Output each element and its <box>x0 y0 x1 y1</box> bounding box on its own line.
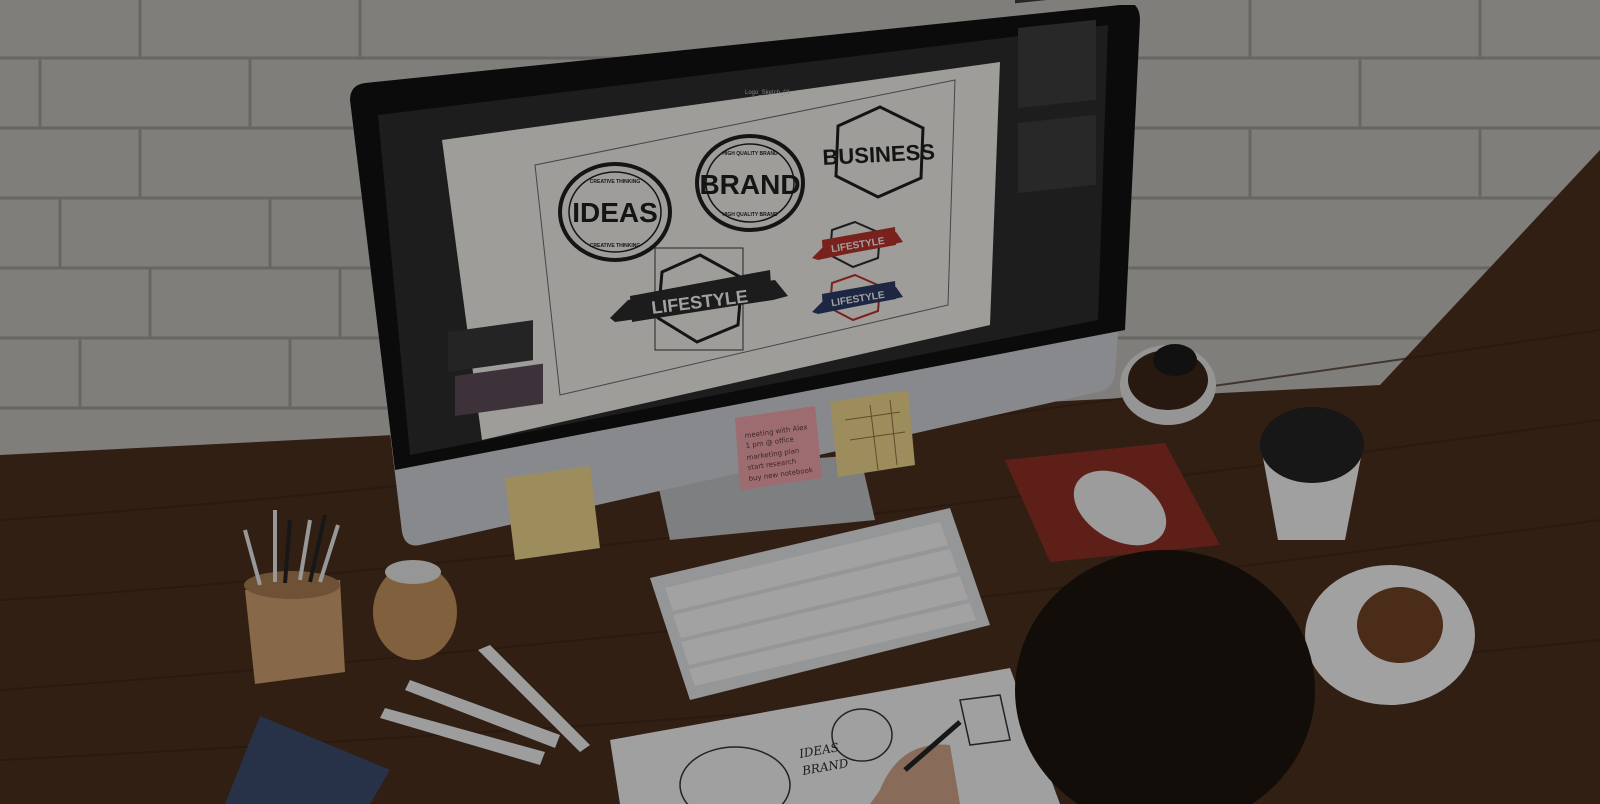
logo-brand-bottom-arc: HIGH QUALITY BRAND <box>722 212 778 218</box>
logo-ideas-bottom-arc: CREATIVE THINKING <box>590 243 641 249</box>
logo-ideas-top-arc: CREATIVE THINKING <box>590 179 641 185</box>
logo-brand: BRAND HIGH QUALITY BRAND HIGH QUALITY BR… <box>695 134 805 232</box>
logo-brand-top-arc: HIGH QUALITY BRAND <box>722 151 778 157</box>
workspace-photo: Logo_Sketch_01 IDEAS CREATIVE THINKING C… <box>0 0 1600 804</box>
window-title: Logo_Sketch_01 <box>745 90 791 96</box>
coffee-cup <box>1260 407 1364 540</box>
sticky-note-pink: meeting with Alex 1 pm @ office marketin… <box>735 406 822 490</box>
logo-ideas-text: IDEAS <box>572 197 658 228</box>
sticky-note-yellow-desk <box>505 466 600 560</box>
photo-scene: Logo_Sketch_01 IDEAS CREATIVE THINKING C… <box>0 0 1600 804</box>
logo-ideas: IDEAS CREATIVE THINKING CREATIVE THINKIN… <box>558 162 672 262</box>
sticky-note-yellow-map <box>830 390 915 477</box>
plate-with-cookie <box>1305 565 1475 705</box>
logo-brand-text: BRAND <box>699 169 800 200</box>
